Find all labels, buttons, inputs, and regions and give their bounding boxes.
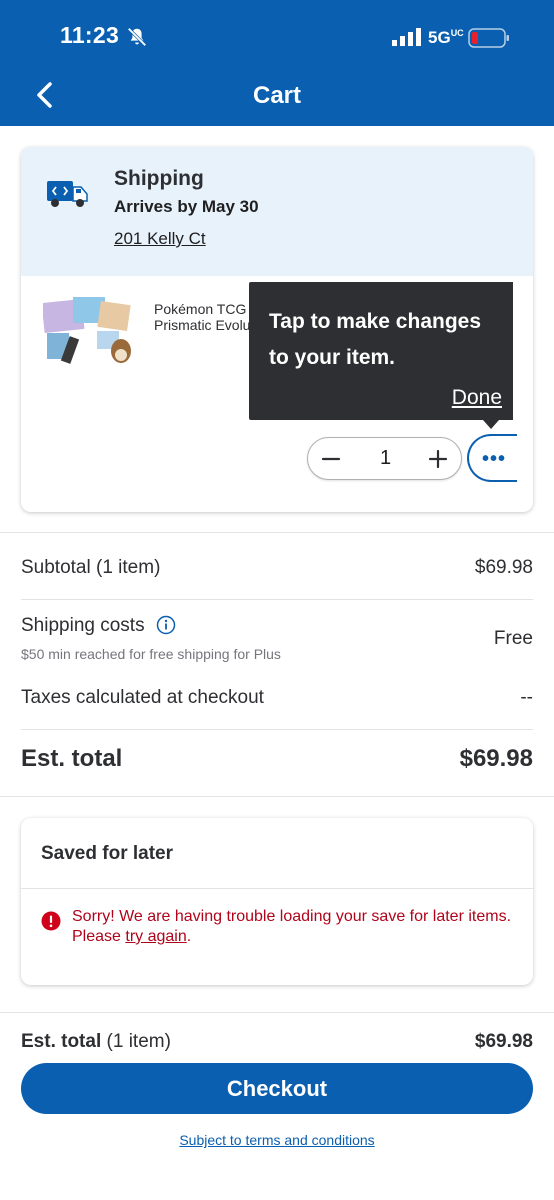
footer-est-total-value: $69.98 (474, 1031, 533, 1052)
arrival-date: Arrives by May 30 (114, 197, 259, 216)
minus-icon[interactable] (316, 444, 346, 474)
error-icon (41, 911, 61, 931)
tooltip-done-button[interactable]: Done (452, 386, 502, 410)
shipping-title: Shipping (114, 167, 204, 190)
bell-slash-icon (127, 27, 147, 47)
info-icon[interactable] (156, 615, 176, 635)
truck-icon (47, 181, 88, 207)
tooltip-text: Tap to make changes to your item. (269, 310, 482, 369)
error-message: Sorry! We are having trouble loading you… (72, 908, 512, 945)
shipping-address-link[interactable]: 201 Kelly Ct (114, 229, 206, 249)
tooltip-arrow (483, 420, 499, 429)
top-bar: 11:23 5GUC Cart (0, 0, 554, 126)
divider (21, 599, 533, 600)
footer-est-total-label: Est. total (1 item) (21, 1031, 171, 1052)
saved-for-later-card: Saved for later Sorry! We are having tro… (21, 818, 533, 985)
divider (21, 888, 533, 889)
battery-icon (468, 28, 509, 48)
item-tooltip: Tap to make changes to your item. Done (249, 282, 513, 420)
terms-link[interactable]: Subject to terms and conditions (0, 1132, 554, 1148)
divider (21, 729, 533, 730)
product-name[interactable]: Pokémon TCG Prismatic Evolu (154, 301, 264, 333)
more-options-button[interactable]: ••• (467, 434, 517, 482)
quantity-stepper: 1 (307, 437, 462, 480)
plus-icon[interactable] (423, 444, 453, 474)
taxes-label: Taxes calculated at checkout (21, 687, 264, 708)
shipping-costs-value: Free (493, 628, 533, 649)
shipping-costs-label: Shipping costs (21, 615, 145, 636)
more-icon: ••• (482, 448, 507, 470)
taxes-value: -- (520, 687, 533, 708)
product-image[interactable] (43, 297, 135, 367)
try-again-link[interactable]: try again (125, 928, 186, 945)
network-indicator: 5GUC (428, 28, 464, 47)
checkout-button[interactable]: Checkout (21, 1063, 533, 1114)
divider (0, 532, 554, 533)
subtotal-label: Subtotal (1 item) (21, 557, 161, 578)
divider (0, 796, 554, 797)
status-time: 11:23 (60, 22, 120, 48)
shipping-note: $50 min reached for free shipping for Pl… (21, 646, 281, 662)
shipping-band: Shipping Arrives by May 30 201 Kelly Ct (21, 147, 533, 276)
subtotal-value: $69.98 (474, 557, 533, 578)
signal-icon (392, 28, 421, 46)
saved-for-later-title: Saved for later (41, 843, 173, 864)
est-total-label: Est. total (21, 745, 123, 772)
est-total-value: $69.98 (459, 745, 533, 772)
quantity-value: 1 (379, 447, 392, 469)
page-title: Cart (252, 82, 301, 109)
